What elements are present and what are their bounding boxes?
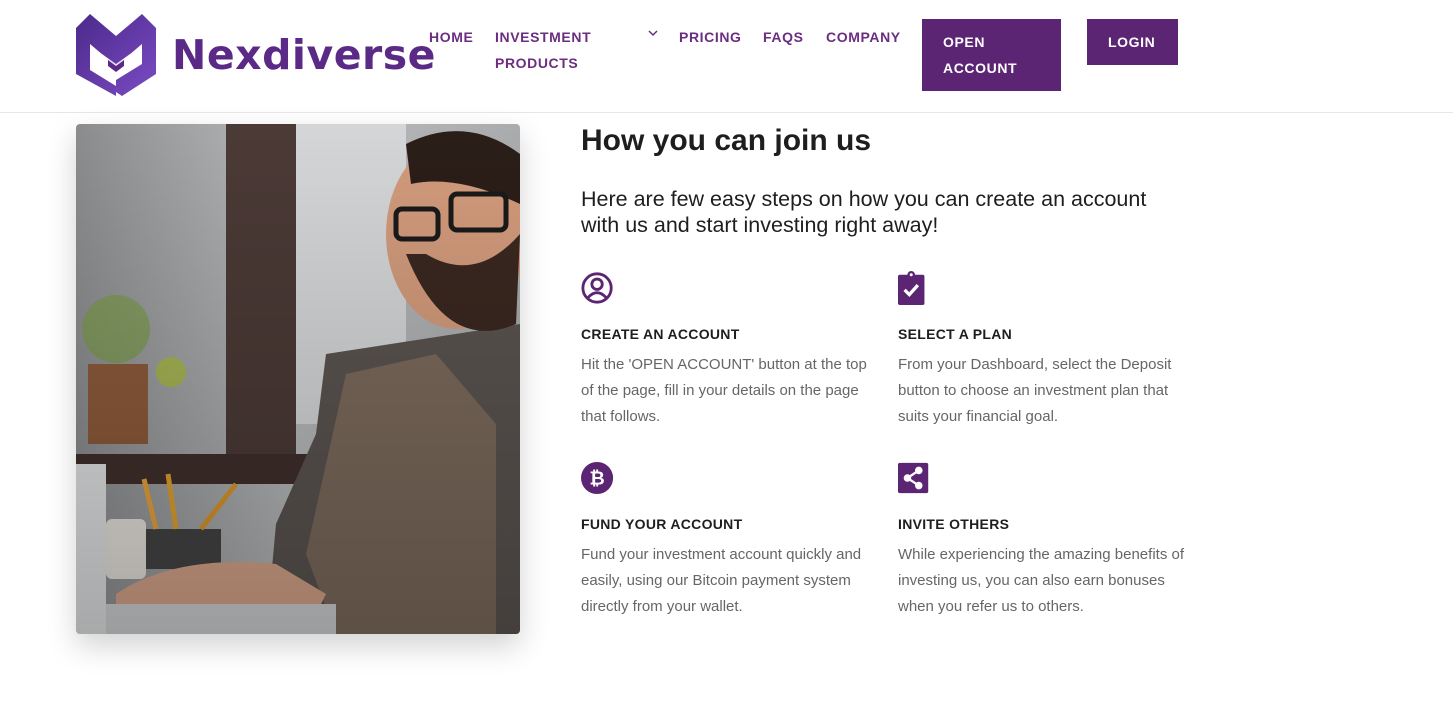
section-intro: Here are few easy steps on how you can c… xyxy=(581,187,1147,237)
hero-photo xyxy=(76,124,520,634)
bitcoin-icon: ₿ xyxy=(581,461,614,495)
logo-mark-icon xyxy=(76,14,156,96)
step-description: While experiencing the amazing benefits … xyxy=(898,546,1184,615)
step-title: INVITE OTHERS xyxy=(898,516,1010,532)
step-select-plan: SELECT A PLAN From your Dashboard, selec… xyxy=(898,270,1193,430)
step-title: FUND YOUR ACCOUNT xyxy=(581,516,743,532)
step-title: CREATE AN ACCOUNT xyxy=(581,326,740,342)
svg-text:₿: ₿ xyxy=(589,468,604,490)
nav-home[interactable]: HOME xyxy=(429,24,473,50)
step-create-account: CREATE AN ACCOUNT Hit the 'OPEN ACCOUNT'… xyxy=(581,270,876,430)
step-description: Fund your investment account quickly and… xyxy=(581,546,862,615)
login-button[interactable]: LOGIN xyxy=(1087,19,1178,65)
nav-investment-products[interactable]: INVESTMENT PRODUCTS xyxy=(495,24,625,76)
chevron-down-icon[interactable] xyxy=(648,28,658,38)
step-invite-others: INVITE OTHERS While experiencing the ama… xyxy=(898,460,1193,620)
step-description: Hit the 'OPEN ACCOUNT' button at the top… xyxy=(581,356,867,425)
brand-logo[interactable]: Nexdiverse xyxy=(76,14,436,96)
step-fund-account: ₿ FUND YOUR ACCOUNT Fund your investment… xyxy=(581,460,876,620)
user-circle-icon xyxy=(581,272,613,304)
share-icon xyxy=(898,462,929,494)
site-header: Nexdiverse HOME INVESTMENT PRODUCTS PRIC… xyxy=(0,0,1453,113)
step-description: From your Dashboard, select the Deposit … xyxy=(898,356,1172,425)
brand-name: Nexdiverse xyxy=(172,31,436,79)
clipboard-check-icon xyxy=(898,271,925,305)
nav-pricing[interactable]: PRICING xyxy=(679,24,742,50)
nav-company[interactable]: COMPANY xyxy=(826,24,901,50)
open-account-button[interactable]: OPEN ACCOUNT xyxy=(922,19,1061,91)
nav-faqs[interactable]: FAQS xyxy=(763,24,804,50)
section-title: How you can join us xyxy=(581,124,872,157)
step-title: SELECT A PLAN xyxy=(898,326,1013,342)
